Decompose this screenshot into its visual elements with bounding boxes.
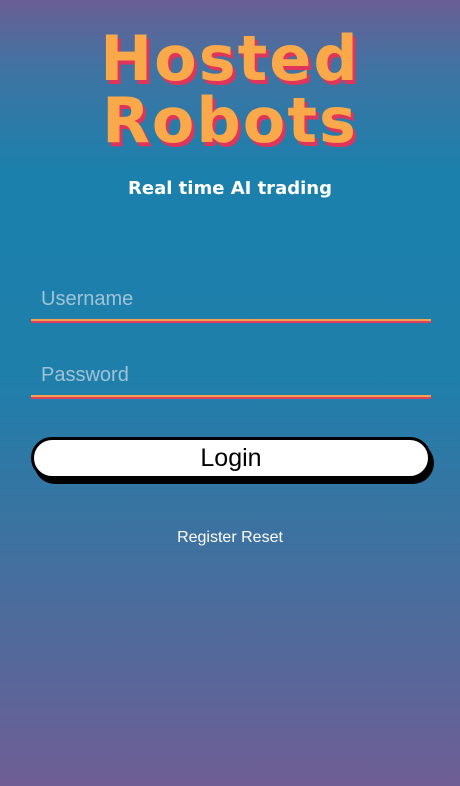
register-link[interactable]: Register (177, 529, 237, 546)
password-field[interactable] (31, 352, 431, 399)
password-input[interactable] (31, 352, 431, 398)
username-field[interactable] (31, 276, 431, 323)
username-underline (31, 319, 431, 323)
brand-title-line-2: Robots (102, 84, 358, 157)
auth-links: Register Reset (0, 529, 460, 547)
password-underline (31, 395, 431, 399)
brand-title-line-1: Hosted (100, 22, 360, 95)
brand-logo: Hosted Robots (0, 28, 460, 152)
login-button[interactable]: Login (31, 437, 431, 479)
tagline: Real time AI trading (128, 178, 332, 199)
username-input[interactable] (31, 276, 431, 322)
reset-link[interactable]: Reset (241, 529, 283, 546)
